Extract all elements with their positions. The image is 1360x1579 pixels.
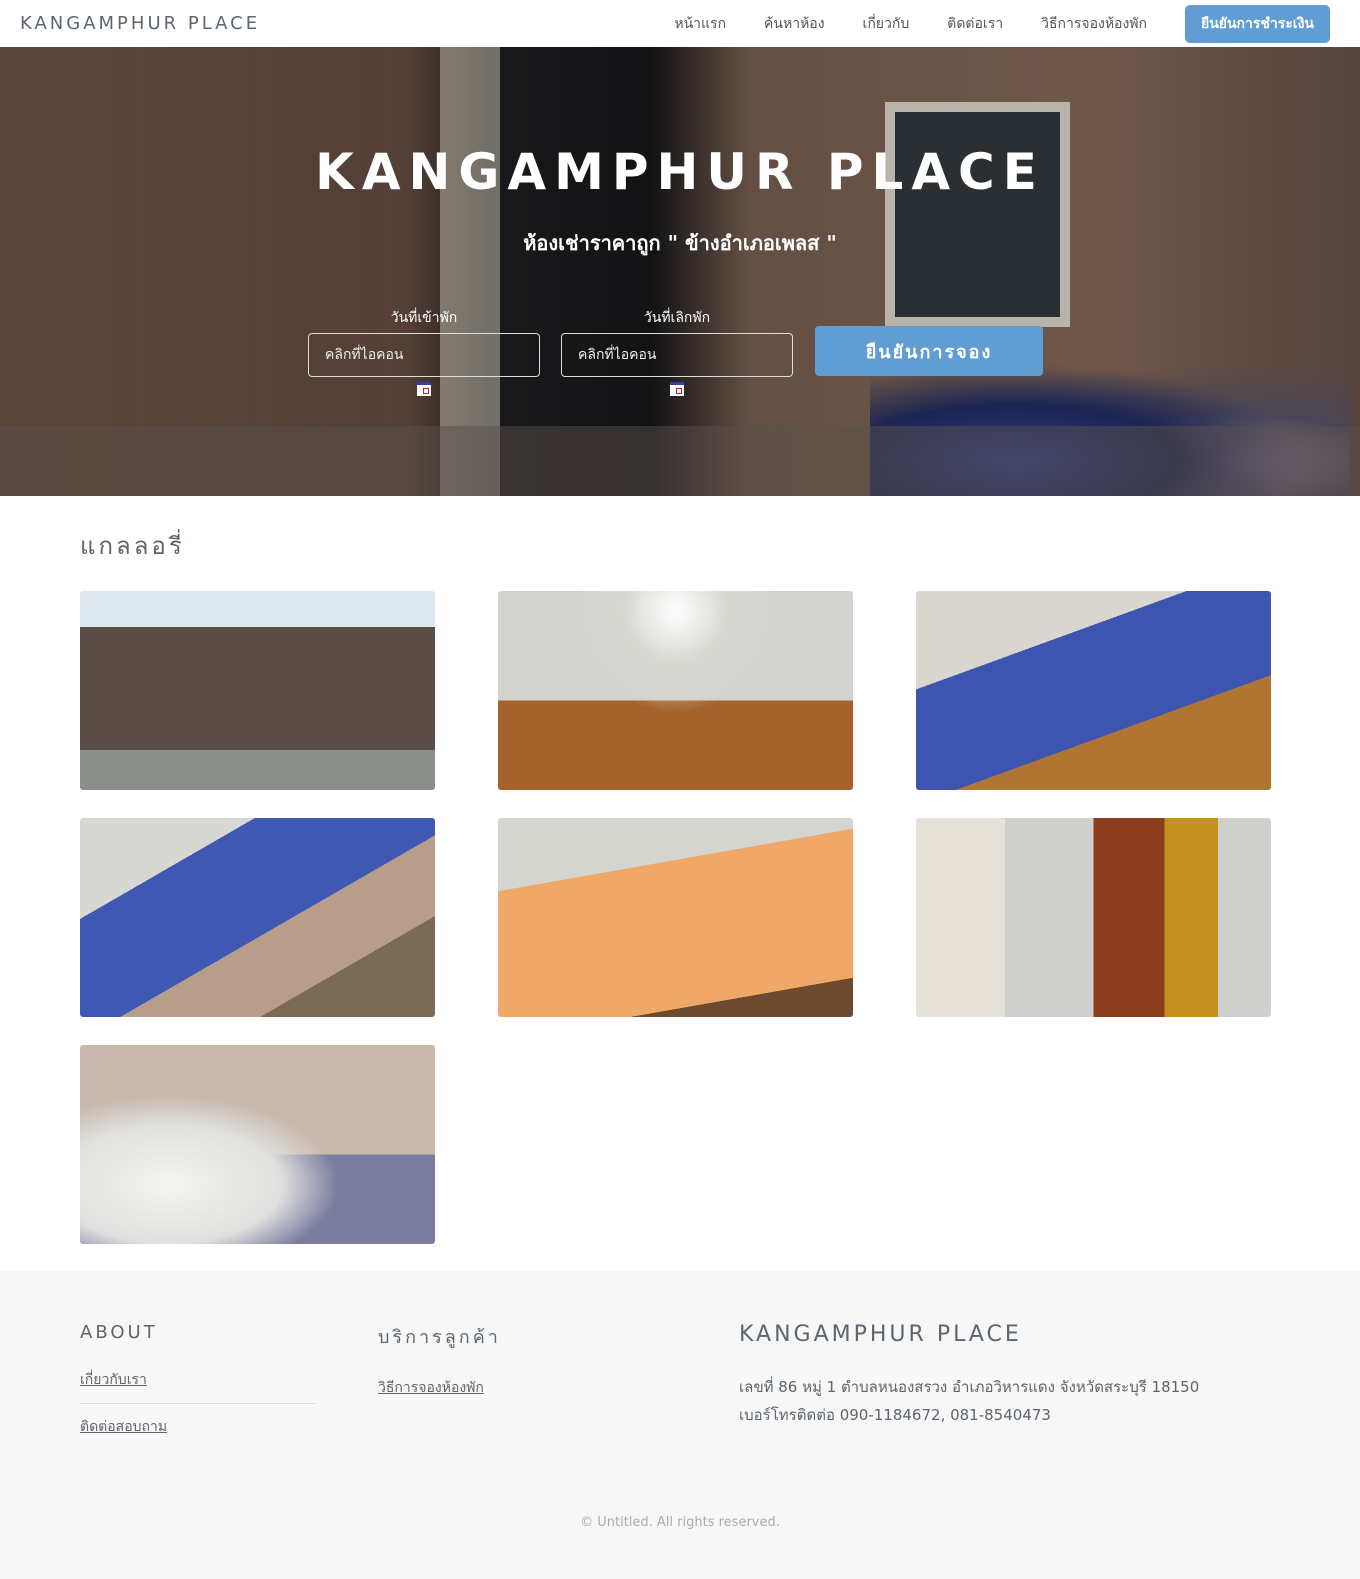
footer-link-about-us[interactable]: เกี่ยวกับเรา (80, 1369, 315, 1391)
top-navbar: KANGAMPHUR PLACE หน้าแรก ค้นหาห้อง เกี่ย… (0, 0, 1360, 47)
footer: ABOUT เกี่ยวกับเรา ติดต่อสอบถาม บริการลู… (0, 1270, 1360, 1579)
hero-bg-floor (0, 426, 1360, 496)
gallery-image-hallway[interactable] (498, 591, 853, 790)
checkin-field: วันที่เข้าพัก (308, 307, 540, 396)
gallery-section: แกลลอรี่ (0, 496, 1360, 1244)
hero-bg-window (885, 102, 1070, 327)
gallery-image-building-exterior[interactable] (80, 591, 435, 790)
footer-about-title: ABOUT (80, 1322, 158, 1343)
gallery-image-bedroom-blue[interactable] (916, 591, 1271, 790)
nav-search-room[interactable]: ค้นหาห้อง (764, 13, 825, 35)
copyright: © Untitled. All rights reserved. (580, 1515, 780, 1530)
footer-link-contact[interactable]: ติดต่อสอบถาม (80, 1416, 315, 1438)
calendar-icon[interactable] (417, 382, 431, 396)
footer-service: บริการลูกค้า วิธีการจองห้องพัก (378, 1322, 501, 1399)
nav-how-to-book[interactable]: วิธีการจองห้องพัก (1041, 13, 1147, 35)
footer-link-how-to-book[interactable]: วิธีการจองห้องพัก (378, 1377, 501, 1399)
hero-subtitle: ห้องเช่าราคาถูก " ข้างอำเภอเพลส " (523, 231, 837, 255)
gallery-image-twin-beds[interactable] (80, 818, 435, 1017)
gallery-image-bathroom[interactable] (80, 1045, 435, 1244)
footer-about: ABOUT เกี่ยวกับเรา ติดต่อสอบถาม (80, 1322, 315, 1438)
footer-contact-title: KANGAMPHUR PLACE (739, 1322, 1022, 1347)
checkout-label: วันที่เลิกพัก (643, 310, 711, 326)
nav-about[interactable]: เกี่ยวกับ (863, 13, 910, 35)
footer-phone: เบอร์โทรติดต่อ 090-1184672, 081-8540473 (739, 1406, 1051, 1424)
footer-address: เลขที่ 86 หมู่ 1 ตำบลหนองสรวง อำเภอวิหาร… (739, 1378, 1200, 1396)
gallery-grid (80, 591, 1280, 1244)
checkout-field: วันที่เลิกพัก (561, 307, 793, 396)
hero-title: KANGAMPHUR PLACE (315, 143, 1045, 201)
footer-service-title: บริการลูกค้า (378, 1327, 501, 1348)
nav-contact[interactable]: ติดต่อเรา (947, 13, 1003, 35)
checkin-label: วันที่เข้าพัก (390, 310, 458, 326)
confirm-payment-button[interactable]: ยืนยันการชำระเงิน (1185, 4, 1330, 43)
gallery-title: แกลลอรี่ (80, 532, 185, 560)
divider (80, 1403, 315, 1404)
footer-contact: KANGAMPHUR PLACE เลขที่ 86 หมู่ 1 ตำบลหน… (739, 1322, 1199, 1429)
nav-home[interactable]: หน้าแรก (674, 13, 726, 35)
confirm-booking-button[interactable]: ยืนยันการจอง (815, 326, 1043, 376)
gallery-image-bed-orange[interactable] (498, 818, 853, 1017)
checkout-input[interactable] (561, 333, 793, 377)
brand-logo[interactable]: KANGAMPHUR PLACE (20, 13, 674, 34)
hero-banner: KANGAMPHUR PLACE ห้องเช่าราคาถูก " ข้างอ… (0, 47, 1360, 496)
calendar-icon[interactable] (670, 382, 684, 396)
checkin-input[interactable] (308, 333, 540, 377)
gallery-image-room-furniture[interactable] (916, 818, 1271, 1017)
